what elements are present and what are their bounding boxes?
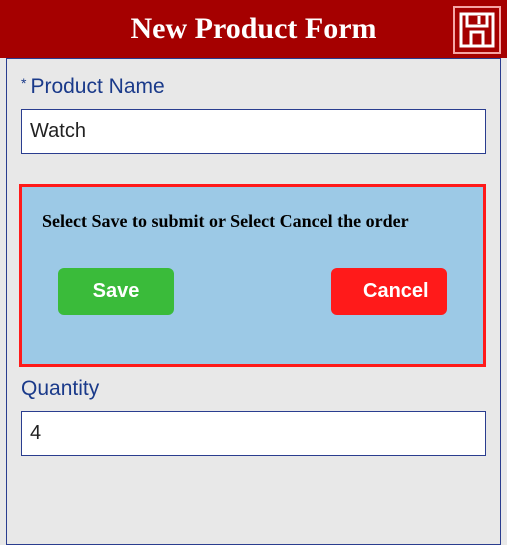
- form-header: New Product Form: [0, 0, 507, 58]
- dialog-button-row: Save Cancel: [42, 268, 463, 315]
- quantity-input[interactable]: [21, 411, 486, 456]
- save-icon: [457, 10, 497, 50]
- page-title: New Product Form: [130, 12, 376, 46]
- cancel-button[interactable]: Cancel: [331, 268, 447, 315]
- dialog-message: Select Save to submit or Select Cancel t…: [42, 211, 463, 232]
- product-name-input[interactable]: [21, 109, 486, 154]
- confirm-dialog: Select Save to submit or Select Cancel t…: [19, 184, 486, 367]
- product-name-label: *Product Name: [21, 75, 486, 99]
- product-name-label-text: Product Name: [30, 75, 164, 98]
- quantity-label: Quantity: [21, 377, 486, 401]
- product-name-field: *Product Name: [21, 75, 486, 154]
- quantity-field: Quantity: [21, 377, 486, 456]
- save-button[interactable]: Save: [58, 268, 174, 315]
- header-save-button[interactable]: [453, 6, 501, 54]
- required-indicator: *: [21, 75, 26, 91]
